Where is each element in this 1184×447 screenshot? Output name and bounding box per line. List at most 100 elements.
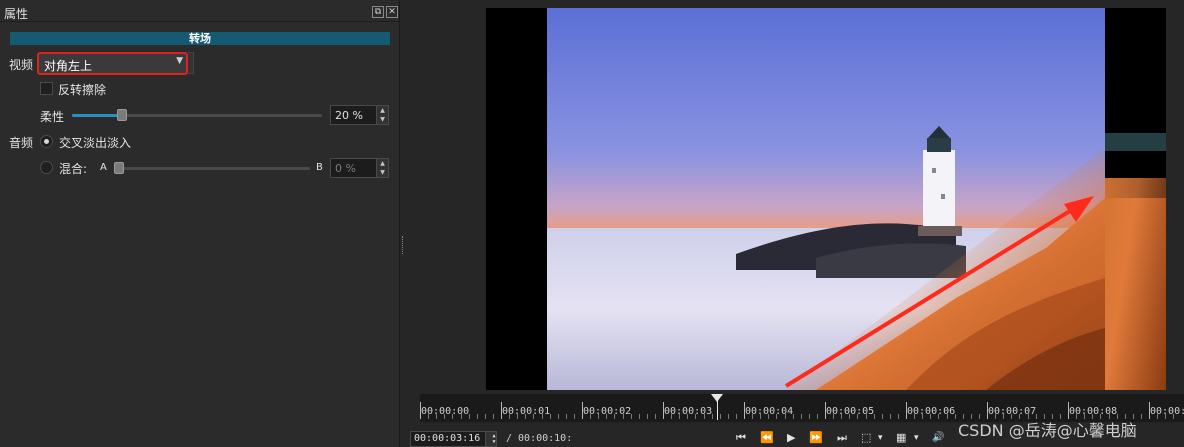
mix-label: 混合: xyxy=(59,162,88,176)
fast-forward-icon[interactable]: ⏩ xyxy=(809,431,823,445)
video-transition-value: 对角左上 xyxy=(44,59,93,73)
spin-down-icon[interactable]: ▼ xyxy=(377,115,388,124)
ruler-minor-tick xyxy=(954,414,956,419)
ruler-minor-tick xyxy=(476,414,478,419)
grid-icon[interactable]: ▦ xyxy=(896,431,906,445)
ruler-minor-tick xyxy=(833,414,835,419)
ruler-minor-tick xyxy=(800,414,802,419)
skip-to-start-icon[interactable]: ⏮ xyxy=(736,431,746,445)
softness-slider[interactable] xyxy=(72,114,322,117)
ruler-minor-tick xyxy=(792,414,794,419)
audio-label: 音频 xyxy=(9,136,34,150)
mix-value: 0 % xyxy=(335,162,356,175)
float-panel-icon[interactable]: ⧉ xyxy=(372,6,384,18)
ruler-minor-tick xyxy=(679,414,681,419)
rewind-icon[interactable]: ⏪ xyxy=(760,431,774,445)
spin-up-icon[interactable]: ▲ xyxy=(377,106,388,115)
panel-header: 属性 ⧉ ✕ xyxy=(0,2,400,22)
ruler-minor-tick xyxy=(590,414,592,419)
ruler-minor-tick xyxy=(1173,414,1175,419)
volume-icon[interactable]: 🔊 xyxy=(932,431,944,445)
zoom-icon[interactable]: ⬚ xyxy=(861,431,871,445)
spin-up-icon[interactable]: ▲ xyxy=(377,159,388,168)
ruler-minor-tick xyxy=(573,414,575,419)
time-spin-buttons: ▲ ▼ xyxy=(485,432,496,446)
zoom-dropdown-icon[interactable]: ▾ xyxy=(878,431,883,445)
ruler-minor-tick xyxy=(484,414,486,419)
crossfade-radio[interactable] xyxy=(40,135,53,148)
spin-down-icon[interactable]: ▼ xyxy=(489,439,499,446)
mix-spin-buttons: ▲ ▼ xyxy=(376,159,388,177)
ruler-minor-tick xyxy=(654,414,656,419)
current-time-value: 00:00:03:16 xyxy=(414,433,481,444)
ruler-minor-tick xyxy=(622,414,624,419)
ruler-minor-tick xyxy=(703,414,705,419)
spin-down-icon[interactable]: ▼ xyxy=(377,168,388,177)
ruler-minor-tick xyxy=(776,414,778,419)
ruler-minor-tick xyxy=(857,414,859,419)
ruler-minor-tick xyxy=(533,414,535,419)
ruler-minor-tick xyxy=(768,414,770,419)
ruler-minor-tick xyxy=(735,414,737,419)
panel-splitter[interactable] xyxy=(400,0,420,447)
transition-section-title: 转场 xyxy=(10,32,390,45)
mix-b-label: B xyxy=(316,162,323,173)
preview-frame xyxy=(547,8,1166,390)
chevron-down-icon: ▼ xyxy=(176,56,183,66)
watermark: CSDN @岳涛@心馨电脑 xyxy=(958,421,1137,440)
ruler-minor-tick xyxy=(865,414,867,419)
total-time: / 00:00:10: xyxy=(506,433,573,444)
ruler-minor-tick xyxy=(509,414,511,419)
ruler-minor-tick xyxy=(565,414,567,419)
reverse-wipe-checkbox[interactable] xyxy=(40,82,53,95)
close-panel-icon[interactable]: ✕ xyxy=(386,6,398,18)
reverse-wipe-label: 反转擦除 xyxy=(58,83,107,97)
ruler-minor-tick xyxy=(752,414,754,419)
play-icon[interactable]: ▶ xyxy=(787,431,795,445)
ruler-minor-tick xyxy=(719,414,721,419)
softness-spin-buttons: ▲ ▼ xyxy=(376,106,388,124)
current-time-spinbox[interactable]: 00:00:03:16 ▲ ▼ xyxy=(410,431,497,447)
video-transition-select[interactable]: 对角左上 ▼ xyxy=(37,52,188,75)
skip-to-end-icon[interactable]: ⏭ xyxy=(837,431,847,445)
ruler-minor-tick xyxy=(492,414,494,419)
ruler-minor-tick xyxy=(946,414,948,419)
ruler-minor-tick xyxy=(671,414,673,419)
ruler-minor-tick xyxy=(881,414,883,419)
mix-spinbox[interactable]: 0 % ▲ ▼ xyxy=(330,158,389,178)
softness-slider-handle[interactable] xyxy=(117,109,127,121)
ruler-minor-tick xyxy=(428,414,430,419)
ruler-minor-tick xyxy=(930,414,932,419)
video-label: 视频 xyxy=(9,58,34,72)
ruler-minor-tick xyxy=(452,414,454,419)
mix-slider-handle[interactable] xyxy=(114,162,124,174)
mix-slider[interactable] xyxy=(114,167,310,170)
crossfade-label: 交叉淡出淡入 xyxy=(59,136,132,150)
softness-value: 20 % xyxy=(335,109,363,122)
ruler-minor-tick xyxy=(816,414,818,419)
ruler-minor-tick xyxy=(614,414,616,419)
ruler-minor-tick xyxy=(760,414,762,419)
grid-dropdown-icon[interactable]: ▾ xyxy=(914,431,919,445)
ruler-minor-tick xyxy=(808,414,810,419)
ruler-minor-tick xyxy=(687,414,689,419)
ruler-minor-tick xyxy=(1140,414,1142,419)
ruler-minor-tick xyxy=(727,414,729,419)
softness-label: 柔性 xyxy=(40,110,65,124)
ruler-minor-tick xyxy=(541,414,543,419)
playhead-line[interactable] xyxy=(717,400,719,420)
splitter-grip-icon[interactable] xyxy=(402,236,405,254)
softness-spinbox[interactable]: 20 % ▲ ▼ xyxy=(330,105,389,125)
ruler-minor-tick xyxy=(897,414,899,419)
video-preview xyxy=(486,8,1166,390)
ruler-minor-tick xyxy=(841,414,843,419)
ruler-minor-tick xyxy=(1157,414,1159,419)
ruler-minor-tick xyxy=(468,414,470,419)
ruler-minor-tick xyxy=(889,414,891,419)
ruler-minor-tick xyxy=(638,414,640,419)
ruler-minor-tick xyxy=(695,414,697,419)
mix-radio[interactable] xyxy=(40,161,53,174)
ruler-minor-tick xyxy=(630,414,632,419)
ruler-minor-tick xyxy=(873,414,875,419)
properties-panel: 属性 ⧉ ✕ 转场 视频 对角左上 ▼ 反转擦除 柔性 20 % ▲ ▼ 音频 … xyxy=(0,0,400,447)
